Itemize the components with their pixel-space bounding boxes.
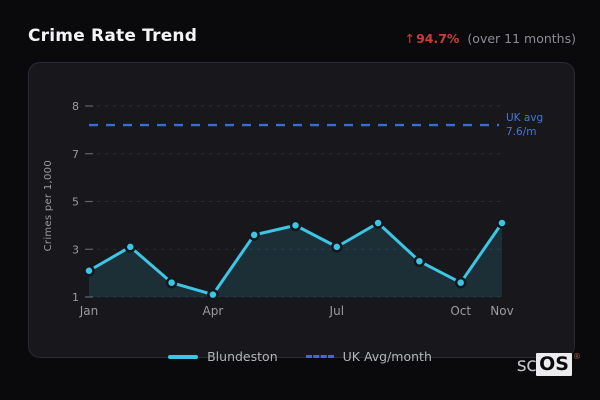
uk-average-label: UK avg bbox=[506, 112, 543, 124]
x-tick-label-apr: Apr bbox=[203, 304, 224, 318]
legend-item-uk-avg[interactable]: UK Avg/month bbox=[305, 349, 432, 364]
series-line-swatch bbox=[168, 354, 199, 359]
data-point-sep[interactable] bbox=[413, 255, 426, 267]
delta-context: (over 11 months) bbox=[467, 31, 576, 46]
dashboard: Crime Rate Trend ↑94.7% (over 11 months)… bbox=[0, 0, 600, 400]
page-title: Crime Rate Trend bbox=[28, 26, 198, 46]
up-arrow-icon: ↑ bbox=[404, 31, 416, 46]
delta-percentage: 94.7% bbox=[416, 31, 460, 46]
x-tick-label-nov: Nov bbox=[490, 304, 513, 318]
uk-average-value: 7.6/m bbox=[506, 126, 536, 138]
y-tick-label: 7 bbox=[72, 148, 79, 161]
data-point-may[interactable] bbox=[248, 229, 260, 241]
trend-delta: ↑94.7% (over 11 months) bbox=[405, 31, 576, 46]
scos-logo: sc OS ® bbox=[516, 352, 581, 376]
y-tick-label: 5 bbox=[72, 196, 79, 209]
reference-line-swatch bbox=[305, 355, 334, 358]
chart-card: 1 3 5 7 8 UK avg 7.6/m Jan Apr Jul Oct Nov Crimes p… bbox=[28, 62, 575, 358]
data-point-jul[interactable] bbox=[331, 241, 343, 253]
logo-text-sc: sc bbox=[516, 353, 537, 376]
logo-text-os: OS bbox=[536, 353, 572, 376]
y-tick-label: 8 bbox=[72, 100, 79, 113]
data-point-mar[interactable] bbox=[165, 276, 178, 289]
series-area-fill bbox=[89, 222, 502, 297]
data-point-feb[interactable] bbox=[124, 241, 137, 253]
legend-label-reference: UK Avg/month bbox=[342, 349, 432, 364]
legend-label-series: Blundeston bbox=[207, 349, 278, 364]
data-point-apr[interactable] bbox=[207, 288, 219, 301]
chart-legend: Blundeston UK Avg/month bbox=[0, 349, 600, 364]
y-axis-title: Crimes per 1,000 bbox=[43, 160, 54, 252]
x-tick-label-jul: Jul bbox=[329, 304, 344, 318]
crime-trend-chart: 1 3 5 7 8 UK avg 7.6/m Jan Apr Jul Oct Nov bbox=[72, 100, 543, 318]
y-tick-label: 3 bbox=[72, 243, 79, 256]
x-tick-label-oct: Oct bbox=[450, 304, 471, 318]
x-tick-label-jan: Jan bbox=[79, 304, 99, 318]
data-point-aug[interactable] bbox=[372, 217, 384, 229]
registered-mark-icon: ® bbox=[573, 352, 581, 361]
data-point-jun[interactable] bbox=[289, 219, 302, 232]
legend-item-blundeston[interactable]: Blundeston bbox=[168, 349, 278, 364]
data-point-nov[interactable] bbox=[496, 217, 508, 229]
data-point-jan[interactable] bbox=[83, 264, 95, 277]
data-point-oct[interactable] bbox=[454, 276, 467, 289]
y-tick-label: 1 bbox=[72, 291, 79, 304]
